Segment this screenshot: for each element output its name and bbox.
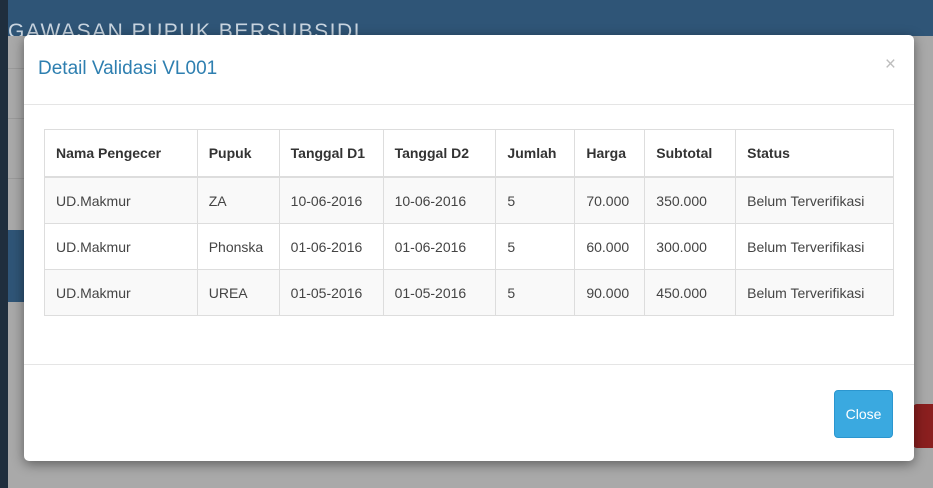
- background-delete-button: [913, 404, 933, 448]
- close-button[interactable]: Close: [834, 390, 893, 438]
- table-row: UD.Makmur UREA 01-05-2016 01-05-2016 5 9…: [44, 269, 894, 316]
- background-header-title: GAWASAN PUPUK BERSUBSIDI: [8, 20, 362, 36]
- background-divider: [8, 68, 24, 69]
- column-header-jumlah: Jumlah: [495, 129, 576, 178]
- cell-jumlah: 5: [495, 269, 576, 316]
- column-header-subtotal: Subtotal: [644, 129, 737, 178]
- column-header-tanggal-d2: Tanggal D2: [382, 129, 497, 178]
- cell-tanggal-d2: 01-05-2016: [382, 269, 497, 316]
- cell-harga: 70.000: [574, 176, 646, 224]
- background-left-edge: [0, 0, 8, 488]
- cell-tanggal-d1: 01-06-2016: [278, 223, 384, 270]
- modal-header: Detail Validasi VL001 ×: [24, 35, 914, 105]
- cell-nama-pengecer: UD.Makmur: [44, 269, 198, 316]
- cell-subtotal: 300.000: [644, 223, 737, 270]
- cell-pupuk: Phonska: [196, 223, 280, 270]
- table-header-row: Nama Pengecer Pupuk Tanggal D1 Tanggal D…: [44, 129, 894, 178]
- background-divider: [8, 178, 24, 179]
- cell-nama-pengecer: UD.Makmur: [44, 223, 198, 270]
- background-sidebar-strip: [8, 230, 24, 302]
- cell-tanggal-d2: 10-06-2016: [382, 176, 497, 224]
- close-icon[interactable]: ×: [885, 55, 896, 74]
- modal-title: Detail Validasi VL001: [38, 58, 218, 79]
- cell-status: Belum Terverifikasi: [735, 176, 894, 224]
- column-header-tanggal-d1: Tanggal D1: [278, 129, 384, 178]
- modal-body: Nama Pengecer Pupuk Tanggal D1 Tanggal D…: [44, 129, 894, 316]
- cell-tanggal-d1: 01-05-2016: [278, 269, 384, 316]
- detail-modal: Detail Validasi VL001 × Nama Pengecer Pu…: [24, 35, 914, 461]
- background-divider: [8, 118, 24, 119]
- background-header: GAWASAN PUPUK BERSUBSIDI: [8, 0, 933, 36]
- column-header-nama-pengecer: Nama Pengecer: [44, 129, 198, 178]
- cell-jumlah: 5: [495, 176, 576, 224]
- cell-pupuk: ZA: [196, 176, 280, 224]
- cell-subtotal: 450.000: [644, 269, 737, 316]
- modal-footer: Close: [24, 364, 914, 462]
- column-header-harga: Harga: [574, 129, 646, 178]
- cell-tanggal-d1: 10-06-2016: [278, 176, 384, 224]
- cell-pupuk: UREA: [196, 269, 280, 316]
- column-header-status: Status: [735, 129, 894, 178]
- cell-status: Belum Terverifikasi: [735, 269, 894, 316]
- cell-status: Belum Terverifikasi: [735, 223, 894, 270]
- detail-table: Nama Pengecer Pupuk Tanggal D1 Tanggal D…: [44, 129, 894, 316]
- cell-harga: 90.000: [574, 269, 646, 316]
- column-header-pupuk: Pupuk: [196, 129, 280, 178]
- cell-harga: 60.000: [574, 223, 646, 270]
- cell-subtotal: 350.000: [644, 176, 737, 224]
- cell-jumlah: 5: [495, 223, 576, 270]
- cell-tanggal-d2: 01-06-2016: [382, 223, 497, 270]
- cell-nama-pengecer: UD.Makmur: [44, 176, 198, 224]
- table-row: UD.Makmur Phonska 01-06-2016 01-06-2016 …: [44, 223, 894, 270]
- table-row: UD.Makmur ZA 10-06-2016 10-06-2016 5 70.…: [44, 176, 894, 224]
